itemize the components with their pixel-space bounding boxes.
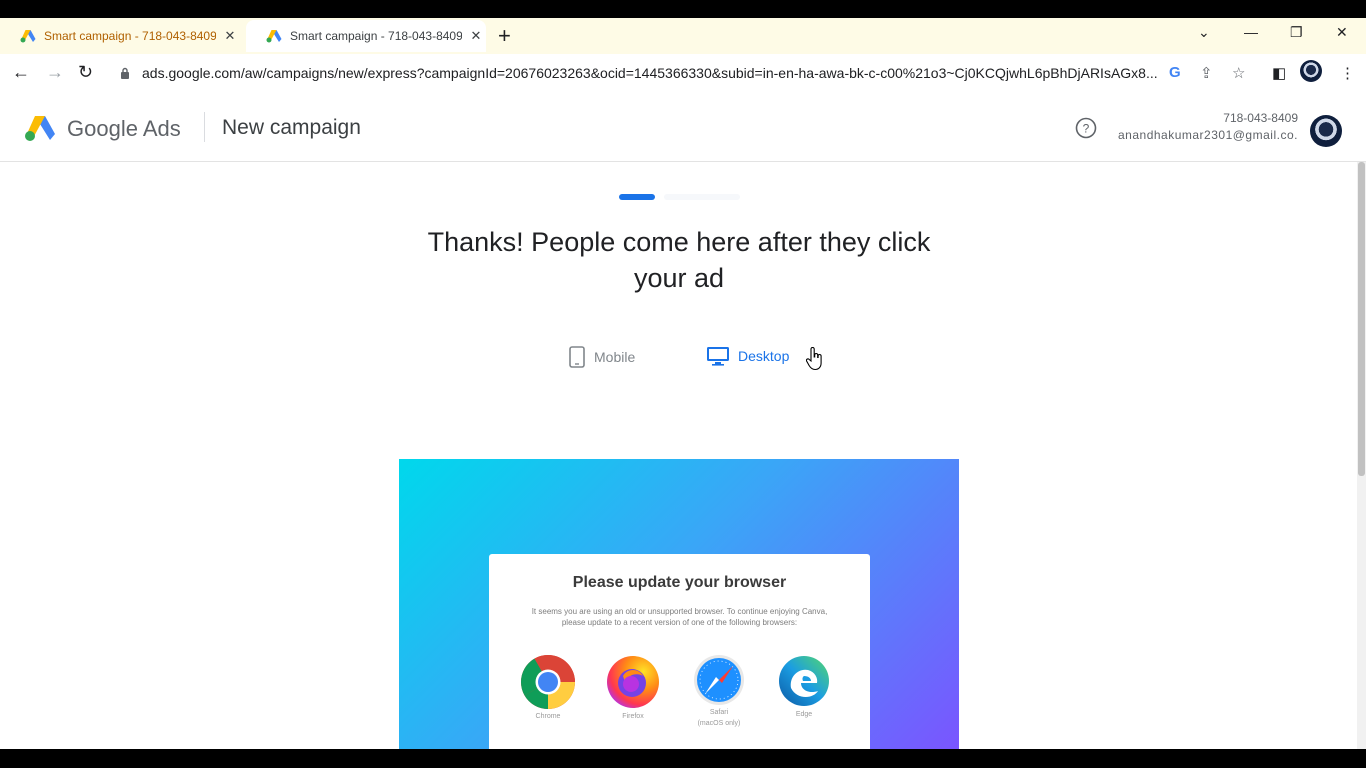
help-icon[interactable]: ? — [1075, 117, 1097, 139]
side-panel-icon[interactable]: ◧ — [1272, 64, 1286, 82]
mobile-toggle[interactable]: Mobile — [568, 346, 635, 368]
account-avatar[interactable] — [1310, 115, 1342, 147]
browser-option-chrome[interactable]: Chrome — [518, 654, 578, 721]
mobile-phone-icon — [569, 346, 585, 368]
share-icon[interactable]: ⇪ — [1200, 64, 1213, 82]
account-email[interactable]: anandhakumar2301@gmail.co... — [1118, 128, 1298, 142]
card-text: It seems you are using an old or unsuppo… — [531, 607, 828, 627]
restore-icon[interactable]: ❐ — [1290, 24, 1303, 41]
minimize-icon[interactable]: — — [1244, 24, 1258, 40]
back-arrow-icon[interactable]: ← — [12, 62, 30, 83]
brand-name: Google Ads — [67, 116, 181, 141]
url-field[interactable]: ads.google.com/aw/campaigns/new/express?… — [120, 65, 1158, 81]
browser-name: Firefox — [622, 713, 644, 720]
page-heading: Thanks! People come here after they clic… — [427, 227, 931, 293]
progress-step-remaining — [664, 194, 740, 200]
close-window-icon[interactable]: ✕ — [1336, 24, 1348, 41]
firefox-icon — [607, 656, 659, 708]
reload-icon[interactable]: ↻ — [78, 62, 93, 83]
header-divider — [204, 112, 205, 142]
edge-icon — [779, 656, 829, 706]
close-tab-icon[interactable]: ✕ — [222, 28, 238, 44]
address-bar: ← → ↻ ads.google.com/aw/campaigns/new/ex… — [0, 54, 1366, 94]
update-browser-card: Please update your browser It seems you … — [489, 554, 870, 749]
browser-note: (macOS only) — [697, 720, 741, 727]
progress-step-active — [619, 194, 655, 200]
google-ads-logo-icon — [25, 116, 55, 141]
card-title: Please update your browser — [572, 574, 787, 591]
tab-smart-campaign-2[interactable]: Smart campaign - 718-043-8409 ✕ — [246, 20, 486, 52]
browser-name: Edge — [795, 711, 813, 718]
browser-option-firefox[interactable]: Firefox — [603, 654, 663, 721]
desktop-toggle[interactable]: Desktop — [706, 346, 789, 366]
desktop-toggle-label: Desktop — [738, 348, 790, 364]
forward-arrow-icon[interactable]: → — [46, 62, 64, 83]
browser-option-edge[interactable]: Edge — [774, 654, 834, 719]
browser-option-safari[interactable]: Safari (macOS only) — [689, 654, 749, 728]
browser-name: Chrome — [535, 713, 561, 720]
tab-search-chevron-icon[interactable]: ⌄ — [1198, 24, 1210, 41]
kebab-menu-icon[interactable]: ⋮ — [1340, 64, 1355, 82]
google-ads-favicon-icon — [20, 30, 36, 43]
page-scrollbar[interactable] — [1357, 162, 1366, 749]
tab-strip: Smart campaign - 718-043-8409 ✕ Smart ca… — [0, 18, 1366, 54]
browser-name: Safari — [709, 709, 729, 716]
google-lens-icon[interactable]: G — [1169, 64, 1181, 81]
bookmark-star-icon[interactable]: ☆ — [1232, 64, 1245, 82]
landing-page-preview: Please update your browser It seems you … — [399, 459, 959, 749]
account-id[interactable]: 718-043-8409 — [1190, 111, 1298, 125]
tab-title: Smart campaign - 718-043-8409 — [44, 29, 216, 43]
page-title: New campaign — [222, 116, 361, 139]
close-tab-icon[interactable]: ✕ — [468, 28, 484, 44]
new-tab-plus-icon[interactable]: + — [498, 24, 511, 48]
mobile-toggle-label: Mobile — [594, 349, 636, 365]
google-ads-favicon-icon — [266, 30, 282, 43]
desktop-monitor-icon — [707, 347, 729, 366]
tab-smart-campaign-1[interactable]: Smart campaign - 718-043-8409 ✕ — [0, 20, 246, 52]
lock-icon — [121, 67, 129, 79]
safari-compass-icon — [694, 655, 744, 705]
profile-avatar-icon[interactable] — [1300, 60, 1322, 82]
google-ads-header: Google Ads New campaign ? 718-043-8409 a… — [0, 94, 1366, 162]
tab-title: Smart campaign - 718-043-8409 — [290, 29, 462, 43]
hand-cursor-icon — [806, 347, 822, 371]
url-text: ads.google.com/aw/campaigns/new/express?… — [142, 65, 1158, 81]
svg-text:?: ? — [1083, 122, 1090, 136]
browser-window: Smart campaign - 718-043-8409 ✕ Smart ca… — [0, 18, 1366, 749]
chrome-icon — [521, 655, 575, 709]
scrollbar-thumb[interactable] — [1358, 162, 1365, 476]
